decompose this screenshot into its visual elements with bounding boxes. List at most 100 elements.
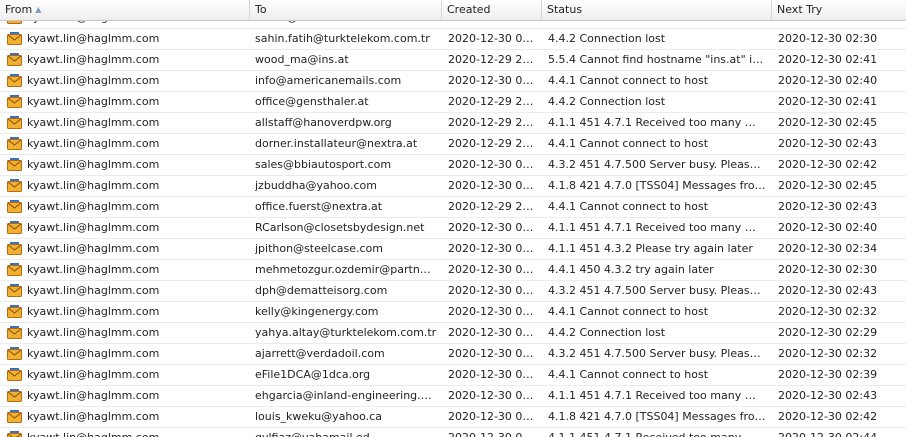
row-to: ajarrett@verdadoil.com bbox=[255, 347, 385, 360]
column-label-created: Created bbox=[447, 3, 491, 16]
row-to: jpithon@steelcase.com bbox=[255, 242, 383, 255]
column-label-to: To bbox=[255, 3, 267, 16]
row-to: sahin.fatih@turktelekom.com.tr bbox=[255, 32, 430, 45]
mail-envelope-icon bbox=[7, 368, 22, 381]
row-status: 4.3.2 451 4.7.500 Server busy. Please tr… bbox=[548, 347, 766, 360]
row-to: louis_kweku@yahoo.ca bbox=[255, 410, 382, 423]
row-created: 2020-12-29 22:10 bbox=[448, 137, 540, 150]
message-queue-table: kyawt.lin@haglmm.com rehan@ kyawt.lin@ha… bbox=[0, 0, 906, 437]
column-header-next-try[interactable]: Next Try bbox=[772, 0, 906, 21]
row-status: 4.4.1 Cannot connect to host bbox=[548, 305, 709, 318]
mail-envelope-icon bbox=[7, 179, 22, 192]
row-created: 2020-12-30 01:59 bbox=[448, 32, 540, 45]
row-from: kyawt.lin@haglmm.com bbox=[27, 242, 160, 255]
row-created: 2020-12-29 21:23 bbox=[448, 53, 540, 66]
row-from: kyawt.lin@haglmm.com bbox=[27, 179, 160, 192]
row-status: 4.4.1 Cannot connect to host bbox=[548, 200, 709, 213]
row-status: 4.1.1 451 4.7.1 Received too many messag… bbox=[548, 116, 766, 129]
table-row[interactable]: kyawt.lin@haglmm.com wood_ma@ins.at 2020-1… bbox=[0, 50, 906, 71]
column-header-to[interactable]: To bbox=[250, 0, 442, 21]
row-status: 4.4.2 Connection lost bbox=[548, 95, 666, 108]
column-label-from: From bbox=[5, 3, 33, 16]
table-row[interactable]: kyawt.lin@haglmm.com RCarlson@closetsbyde… bbox=[0, 218, 906, 239]
row-to: office@gensthaler.at bbox=[255, 95, 369, 108]
row-to: RCarlson@closetsbydesign.net bbox=[255, 221, 425, 234]
mail-envelope-icon bbox=[7, 347, 22, 360]
mail-envelope-icon bbox=[7, 326, 22, 339]
row-next-try: 2020-12-30 02:40 bbox=[778, 74, 878, 87]
row-status: 4.1.1 451 4.7.1 Received too many messag… bbox=[548, 428, 766, 437]
table-row[interactable]: kyawt.lin@haglmm.com dorner.installateur@… bbox=[0, 134, 906, 155]
row-from: kyawt.lin@haglmm.com bbox=[27, 410, 160, 423]
mail-envelope-icon bbox=[7, 158, 22, 171]
mail-envelope-icon bbox=[7, 284, 22, 297]
row-created: 2020-12-30 02:07 bbox=[448, 74, 540, 87]
row-next-try: 2020-12-30 02:41 bbox=[778, 95, 878, 108]
column-header-from[interactable]: From ▲ bbox=[0, 0, 250, 21]
row-next-try: 2020-12-30 02:42 bbox=[778, 158, 878, 171]
row-next-try: 2020-12-30 02:44 bbox=[778, 428, 904, 437]
table-row[interactable]: kyawt.lin@haglmm.com dph@dematteisorg.com… bbox=[0, 281, 906, 302]
mail-envelope-icon bbox=[7, 431, 22, 437]
row-next-try: 2020-12-30 02:30 bbox=[778, 263, 878, 276]
mail-envelope-icon bbox=[7, 116, 22, 129]
table-row[interactable]: kyawt.lin@haglmm.com yahya.altay@turktele… bbox=[0, 323, 906, 344]
row-next-try: 2020-12-30 02:45 bbox=[778, 116, 878, 129]
table-row[interactable]: kyawt.lin@haglmm.com ehgarcia@inland-engi… bbox=[0, 386, 906, 407]
row-next-try: 2020-12-30 02:34 bbox=[778, 242, 878, 255]
row-created: 2020-12-30 02:02 bbox=[448, 347, 540, 360]
row-created: 2020-12-30 02:14 bbox=[448, 428, 540, 437]
row-status: 4.3.2 451 4.7.500 Server busy. Please tr… bbox=[548, 284, 766, 297]
table-row[interactable]: kyawt.lin@haglmm.com ajarrett@verdadoil.c… bbox=[0, 344, 906, 365]
table-row[interactable]: kyawt.lin@haglmm.com sahin.fatih@turktele… bbox=[0, 29, 906, 50]
row-status: 5.5.4 Cannot find hostname "ins.at" in D… bbox=[548, 53, 766, 66]
row-to: jzbuddha@yahoo.com bbox=[255, 179, 377, 192]
mail-envelope-icon bbox=[7, 74, 22, 87]
table-row[interactable]: kyawt.lin@haglmm.com jpithon@steelcase.co… bbox=[0, 239, 906, 260]
table-row[interactable]: kyawt.lin@haglmm.com office@gensthaler.at… bbox=[0, 92, 906, 113]
row-created: 2020-12-30 02:13 bbox=[448, 389, 540, 402]
row-next-try: 2020-12-30 02:32 bbox=[778, 347, 878, 360]
row-created: 2020-12-29 21:24 bbox=[448, 116, 540, 129]
row-next-try: 2020-12-30 02:39 bbox=[778, 368, 878, 381]
row-next-try: 2020-12-30 02:43 bbox=[778, 284, 878, 297]
row-from: kyawt.lin@haglmm.com bbox=[27, 389, 160, 402]
row-next-try: 2020-12-30 02:43 bbox=[778, 137, 878, 150]
row-status: 4.1.8 421 4.7.0 [TSS04] Messages from 1.… bbox=[548, 179, 766, 192]
row-next-try: 2020-12-30 02:30 bbox=[778, 32, 878, 45]
row-from: kyawt.lin@haglmm.com bbox=[27, 32, 160, 45]
row-status: 4.1.8 421 4.7.0 [TSS04] Messages from 1.… bbox=[548, 410, 766, 423]
row-created: 2020-12-30 01:51 bbox=[448, 368, 540, 381]
row-next-try: 2020-12-30 02:42 bbox=[778, 410, 878, 423]
column-label-next-try: Next Try bbox=[777, 3, 823, 16]
row-created: 2020-12-29 22:10 bbox=[448, 95, 540, 108]
row-from: kyawt.lin@haglmm.com bbox=[27, 74, 160, 87]
table-row[interactable]: kyawt.lin@haglmm.com allstaff@hanoverdpw.… bbox=[0, 113, 906, 134]
row-next-try: 2020-12-30 02:45 bbox=[778, 179, 878, 192]
row-created: 2020-12-30 01:55 bbox=[448, 221, 540, 234]
row-status: 4.1.1 451 4.7.1 Received too many messag… bbox=[548, 389, 766, 402]
row-to: mehmetozgur.ozdemir@partner.turkcell.com… bbox=[255, 263, 437, 276]
table-row[interactable]: kyawt.lin@haglmm.com kelly@kingenergy.com… bbox=[0, 302, 906, 323]
row-to: dorner.installateur@nextra.at bbox=[255, 137, 418, 150]
table-row[interactable]: kyawt.lin@haglmm.com office.fuerst@nextra… bbox=[0, 197, 906, 218]
column-header-created[interactable]: Created bbox=[442, 0, 542, 21]
table-row[interactable]: kyawt.lin@haglmm.com eFile1DCA@1dca.org 20… bbox=[0, 365, 906, 386]
table-row[interactable]: kyawt.lin@haglmm.com jzbuddha@yahoo.com 20… bbox=[0, 176, 906, 197]
column-header-status[interactable]: Status bbox=[542, 0, 772, 21]
row-from: kyawt.lin@haglmm.com bbox=[27, 158, 160, 171]
row-created: 2020-12-30 02:15 bbox=[448, 179, 540, 192]
row-next-try: 2020-12-30 02:43 bbox=[778, 200, 878, 213]
row-status: 4.4.1 Cannot connect to host bbox=[548, 137, 709, 150]
row-status: 4.4.2 Connection lost bbox=[548, 326, 666, 339]
column-label-status: Status bbox=[547, 3, 583, 16]
row-created: 2020-12-30 02:12 bbox=[448, 410, 540, 423]
table-row[interactable]: kyawt.lin@haglmm.com mehmetozgur.ozdemir@… bbox=[0, 260, 906, 281]
row-to: allstaff@hanoverdpw.org bbox=[255, 116, 392, 129]
row-status: 4.4.1 Cannot connect to host bbox=[548, 74, 709, 87]
table-row[interactable]: kyawt.lin@haglmm.com info@americanemails.… bbox=[0, 71, 906, 92]
table-row[interactable]: kyawt.lin@haglmm.com louis_kweku@yahoo.ca… bbox=[0, 407, 906, 428]
table-row[interactable]: kyawt.lin@haglmm.com sales@bbiautosport.c… bbox=[0, 155, 906, 176]
row-next-try: 2020-12-30 02:29 bbox=[778, 326, 878, 339]
table-row[interactable]: kyawt.lin@haglmm.com gylfiaz@vahamail.ed 2… bbox=[0, 428, 906, 437]
